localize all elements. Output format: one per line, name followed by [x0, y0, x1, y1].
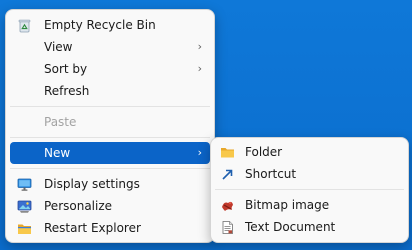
menu-item-label: Text Document [245, 220, 336, 234]
text-document-icon [220, 220, 235, 235]
menu-item-new[interactable]: New › [10, 142, 210, 164]
menu-item-display-settings[interactable]: Display settings [10, 173, 210, 195]
menu-item-label: Empty Recycle Bin [44, 18, 156, 32]
menu-item-label: Paste [44, 115, 77, 129]
menu-separator [10, 106, 210, 107]
shortcut-arrow-icon [220, 167, 235, 182]
submenu-item-shortcut[interactable]: Shortcut [215, 163, 404, 185]
menu-separator [10, 137, 210, 138]
submenu-item-bitmap-image[interactable]: Bitmap image [215, 194, 404, 216]
desktop-context-menu: Empty Recycle Bin View › Sort by › Refre… [5, 9, 215, 243]
chevron-right-icon: › [197, 62, 202, 75]
menu-separator [215, 189, 404, 190]
recycle-bin-icon [17, 18, 32, 33]
menu-separator [10, 168, 210, 169]
personalize-icon [17, 199, 32, 214]
menu-item-paste[interactable]: Paste [10, 111, 210, 133]
submenu-item-text-document[interactable]: Text Document [215, 216, 404, 238]
bitmap-image-icon [220, 198, 235, 213]
menu-item-sort-by[interactable]: Sort by › [10, 58, 210, 80]
chevron-right-icon: › [197, 146, 202, 159]
menu-item-label: Sort by [44, 62, 88, 76]
menu-item-label: Bitmap image [245, 198, 330, 212]
menu-item-personalize[interactable]: Personalize [10, 195, 210, 217]
chevron-right-icon: › [197, 40, 202, 53]
display-settings-icon [17, 177, 32, 192]
menu-item-label: New [44, 146, 71, 160]
menu-item-view[interactable]: View › [10, 36, 210, 58]
folder-icon [220, 145, 235, 160]
menu-item-label: Personalize [44, 199, 113, 213]
menu-item-label: Folder [245, 145, 283, 159]
menu-item-label: View [44, 40, 73, 54]
menu-item-empty-recycle-bin[interactable]: Empty Recycle Bin [10, 14, 210, 36]
new-submenu: Folder Shortcut Bitmap image Text Docume… [210, 137, 409, 243]
menu-item-label: Restart Explorer [44, 221, 141, 235]
menu-item-label: Display settings [44, 177, 140, 191]
menu-item-label: Refresh [44, 84, 90, 98]
menu-item-restart-explorer[interactable]: Restart Explorer [10, 217, 210, 239]
menu-item-label: Shortcut [245, 167, 297, 181]
menu-item-refresh[interactable]: Refresh [10, 80, 210, 102]
restart-explorer-icon [17, 221, 32, 236]
submenu-item-folder[interactable]: Folder [215, 141, 404, 163]
